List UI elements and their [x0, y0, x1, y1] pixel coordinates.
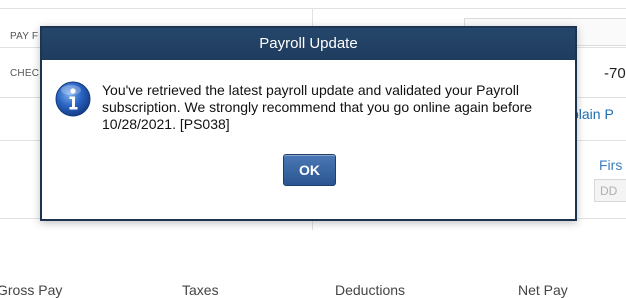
- date-input[interactable]: DD: [594, 179, 626, 202]
- first-label: Firs: [599, 157, 623, 173]
- deductions-label: Deductions: [335, 282, 406, 298]
- info-icon: [55, 81, 91, 117]
- net-pay-label: Net Pay: [518, 282, 568, 298]
- pay-period-label: PAY F: [10, 31, 39, 42]
- ok-button[interactable]: OK: [283, 154, 336, 186]
- dialog-message: You've retrieved the latest payroll upda…: [102, 82, 533, 132]
- taxes-label: Taxes: [182, 282, 219, 298]
- dialog-title[interactable]: Payroll Update: [42, 28, 575, 60]
- check-amount: -70: [604, 65, 626, 82]
- divider: [312, 8, 313, 28]
- payroll-update-dialog: Payroll Update You've retrieved the late…: [40, 26, 577, 221]
- divider: [0, 8, 626, 9]
- explain-link[interactable]: plain P: [571, 106, 614, 122]
- divider: [312, 220, 313, 230]
- gross-pay-label: Gross Pay: [0, 282, 63, 298]
- check-label: CHEC: [10, 68, 40, 79]
